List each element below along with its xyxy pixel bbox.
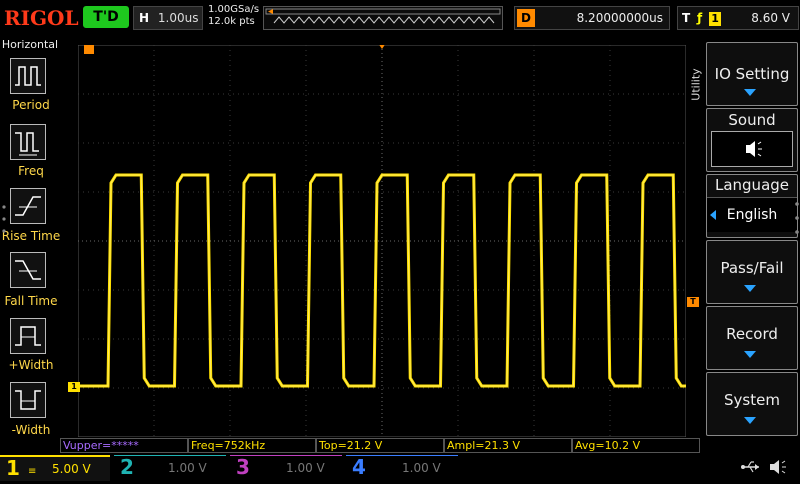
frequency-icon (15, 132, 39, 156)
io-setting-button[interactable]: IO Setting (706, 42, 798, 106)
sound-toggle[interactable] (711, 131, 793, 167)
top-status-bar: RIGOL T'D H 1.00us 1.00GSa/s 12.0k pts D… (0, 0, 800, 36)
record-label: Record (726, 325, 778, 343)
ch1-offset-marker[interactable]: 1 (68, 382, 80, 392)
language-value-box: English (707, 197, 797, 232)
ch4-number: 4 (352, 455, 366, 479)
sound-button[interactable]: Sound (706, 108, 798, 172)
freq-label: Freq (18, 164, 44, 178)
ch2-number: 2 (120, 455, 134, 479)
ch3-tab[interactable]: 3 1.00 V (230, 455, 342, 480)
trigger-key: T (682, 11, 691, 25)
measurement-top[interactable]: Top=21.2 V (316, 438, 444, 453)
trigger-level-value: 8.60 V (751, 11, 790, 25)
fall-time-label: Fall Time (4, 294, 58, 308)
usb-icon (740, 457, 762, 477)
measurement-avg[interactable]: Avg=10.2 V (572, 438, 700, 453)
positive-width-label: +Width (8, 358, 54, 372)
memory-overview-strip[interactable] (263, 6, 503, 30)
ch2-tab[interactable]: 2 1.00 V (114, 455, 226, 480)
pass-fail-arrow-icon (744, 285, 756, 292)
measurement-ampl[interactable]: Ampl=21.3 V (444, 438, 572, 453)
negative-width-label: -Width (11, 423, 51, 437)
ch1-tab[interactable]: 1 ≡ 5.00 V (0, 455, 110, 481)
acquisition-info: 1.00GSa/s 12.0k pts (208, 4, 259, 28)
record-arrow-icon (744, 351, 756, 358)
trigger-status-badge: T'D (83, 6, 129, 28)
rise-time-label: Rise Time (1, 229, 61, 243)
delay-value: 8.20000000us (576, 11, 663, 25)
sample-rate: 1.00GSa/s (208, 4, 260, 15)
measure-menu-panel: Horizontal Period Freq Rise Time Fall Ti… (0, 38, 60, 438)
rigol-logo: RIGOL (4, 6, 79, 30)
ch1-number: 1 (6, 456, 20, 480)
ch3-scale: 1.00 V (286, 461, 325, 475)
trigger-box[interactable]: T ƒ 1 8.60 V (677, 6, 799, 30)
freq-measure-button[interactable] (10, 124, 46, 160)
trigger-source: 1 (709, 12, 722, 26)
horizontal-key: H (139, 11, 150, 25)
right-menu-page-dots-icon (794, 200, 800, 240)
ch1-coupling-icon: ≡ (28, 466, 37, 477)
ch4-scale: 1.00 V (402, 461, 441, 475)
fall-time-measure-button[interactable] (10, 252, 46, 288)
ch3-number: 3 (236, 455, 250, 479)
measure-category-title: Horizontal (1, 38, 59, 51)
rising-edge-icon: ƒ (697, 11, 703, 25)
utility-tab: Utility (689, 68, 703, 101)
delay-box[interactable]: D 8.20000000us (514, 6, 670, 30)
pass-fail-button[interactable]: Pass/Fail (706, 240, 798, 304)
fall-time-icon (15, 260, 41, 280)
channel-bar: 1 ≡ 5.00 V 2 1.00 V 3 1.00 V 4 1.00 V (0, 454, 800, 481)
language-label: Language (714, 176, 790, 194)
speaker-icon (746, 141, 762, 157)
waveform-display[interactable] (78, 45, 686, 437)
horizontal-scale-value: 1.00us (157, 11, 199, 25)
measurement-vupper[interactable]: Vupper=***** (60, 438, 188, 453)
horizontal-scale-box[interactable]: H 1.00us (133, 6, 203, 30)
sound-status-icon (766, 457, 790, 477)
negative-width-icon (15, 390, 41, 410)
ch2-scale: 1.00 V (168, 461, 207, 475)
language-button[interactable]: Language English (706, 174, 798, 238)
memory-overview-wave-icon (265, 8, 501, 24)
system-label: System (724, 391, 780, 409)
period-icon (15, 66, 41, 86)
ch4-tab[interactable]: 4 1.00 V (346, 455, 458, 480)
menu-page-dots-icon (2, 203, 6, 237)
language-left-arrow-icon (710, 210, 716, 220)
sound-label: Sound (728, 111, 776, 129)
delay-key: D (517, 9, 535, 27)
period-label: Period (12, 98, 50, 112)
system-arrow-icon (744, 417, 756, 424)
record-button[interactable]: Record (706, 306, 798, 370)
system-button[interactable]: System (706, 372, 798, 436)
negative-width-measure-button[interactable] (10, 382, 46, 418)
measurement-bar: Vupper=***** Freq=752kHz Top=21.2 V Ampl… (60, 438, 700, 453)
language-value: English (726, 207, 778, 223)
rise-time-measure-button[interactable] (10, 188, 46, 224)
trigger-time-marker-icon (84, 45, 94, 54)
utility-menu-panel: Utility IO Setting Sound Language Englis… (688, 40, 800, 440)
io-setting-arrow-icon (744, 89, 756, 96)
period-measure-button[interactable] (10, 58, 46, 94)
pass-fail-label: Pass/Fail (720, 259, 784, 277)
positive-width-icon (15, 326, 41, 346)
positive-width-measure-button[interactable] (10, 318, 46, 354)
io-setting-label: IO Setting (714, 65, 790, 83)
rise-time-icon (15, 196, 41, 216)
measurement-freq[interactable]: Freq=752kHz (188, 438, 316, 453)
memory-depth: 12.0k pts (208, 16, 255, 27)
ch1-scale: 5.00 V (52, 462, 91, 476)
